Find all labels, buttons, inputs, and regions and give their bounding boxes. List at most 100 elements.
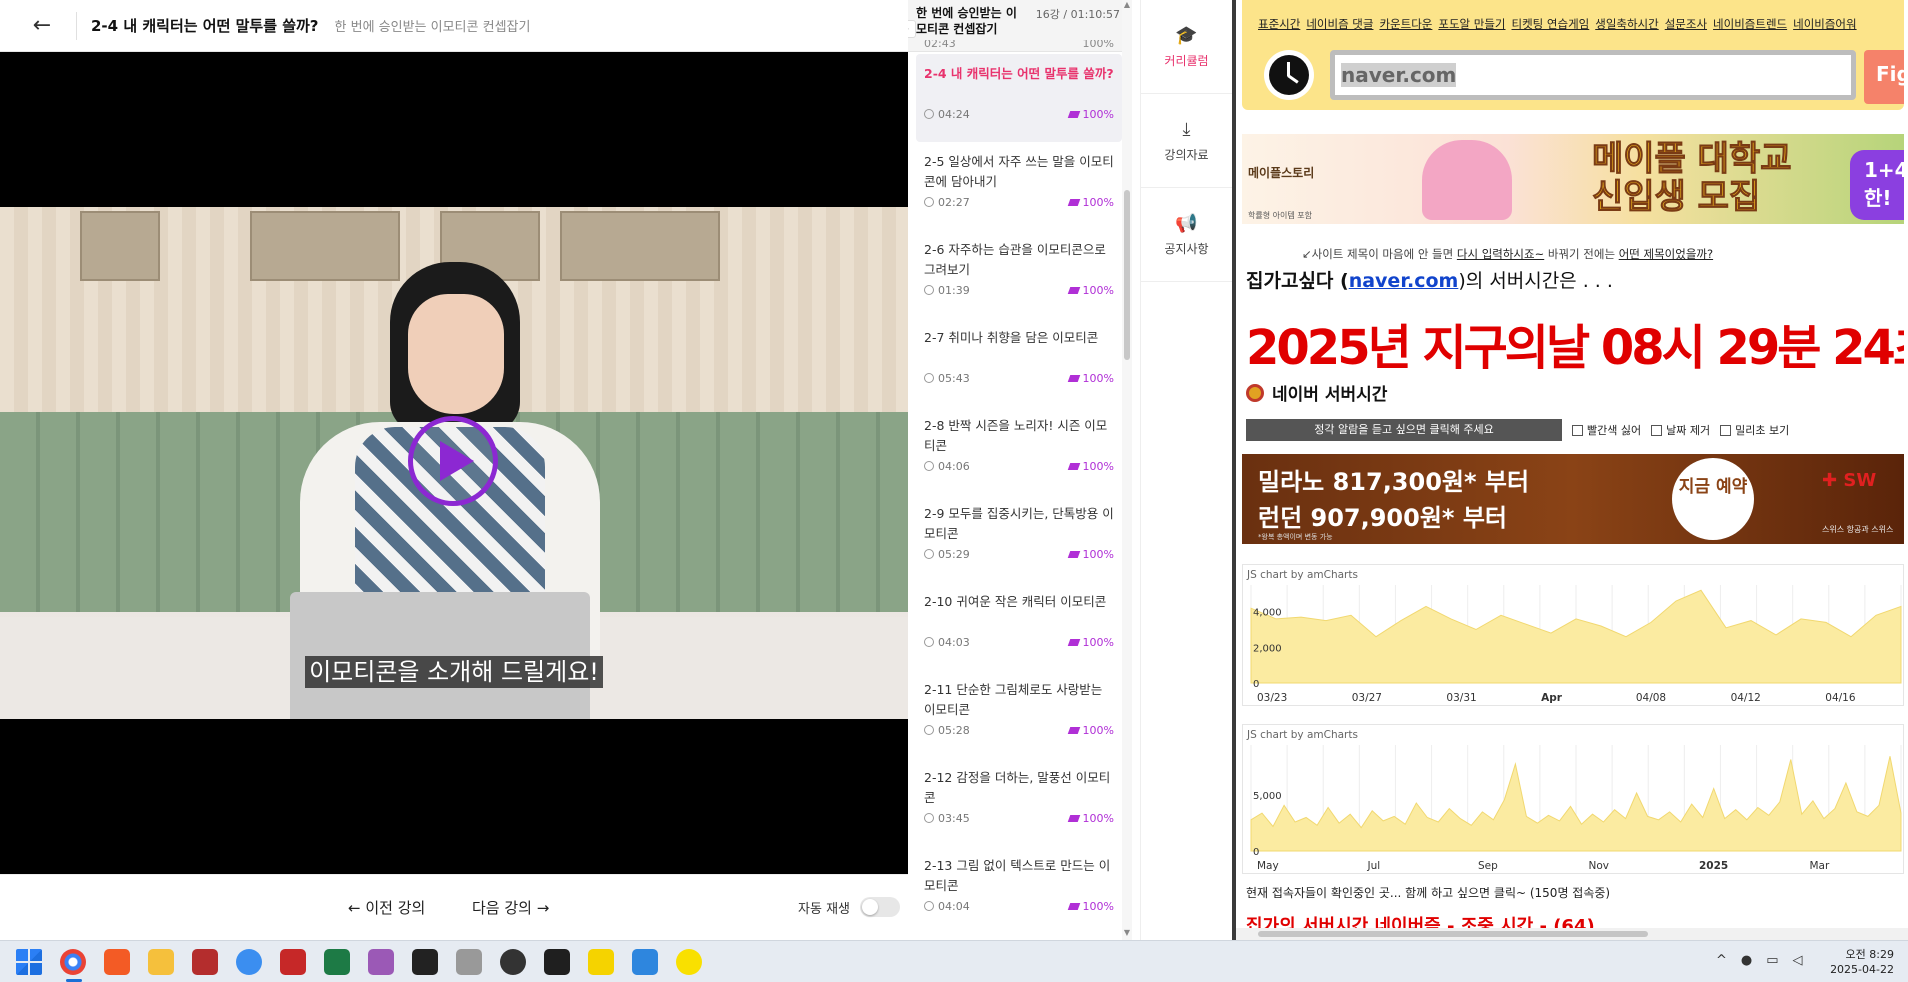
sticky-notes-icon[interactable] [588,949,614,975]
lesson-item[interactable]: 2-4 내 캐릭터는 어떤 말투를 쓸까? 04:24 100% [916,54,1122,142]
lesson-item[interactable]: 2-6 자주하는 습관을 이모티콘으로 그려보기 01:39 100% [916,230,1122,318]
lesson-title: 2-13 그림 없이 텍스트로 만드는 이모티콘 [924,858,1111,893]
scroll-up-icon[interactable]: ▲ [1122,0,1132,9]
side-tab[interactable]: ⤓ 강의자료 [1141,94,1232,188]
brave-icon[interactable] [104,949,130,975]
side-tab[interactable]: 📢 공지사항 [1141,188,1232,282]
chart-x-tick-label: Jul [1367,860,1381,872]
terminal-icon[interactable] [544,949,570,975]
url-input[interactable]: naver.com [1330,50,1856,100]
file-explorer-icon[interactable] [148,949,174,975]
site-nav-link[interactable]: 표준시간 [1258,17,1300,31]
curriculum-scrollbar[interactable]: ▲ ▼ [1122,0,1132,940]
ad-disclaimer: *왕복 총액이며 변동 가능 [1258,533,1333,541]
back-button[interactable]: ← [22,6,62,46]
presenter-face [408,294,504,414]
clock-icon [924,197,934,207]
lesson-progress-text: 100% [1082,636,1114,649]
lesson-title: 2-10 귀여운 작은 캐릭터 이모티콘 [924,594,1107,609]
notion-icon[interactable] [412,949,438,975]
maplestory-ad-banner[interactable]: 메이플스토리 학률형 아이템 포함 메이플 대학교 신입생 모집 1+4 한! [1242,134,1904,224]
next-lesson-button[interactable]: 다음 강의 → [472,897,549,918]
clock[interactable]: 오전 8:29 2025-04-22 [1830,947,1894,977]
visitors-chart-recent[interactable]: 0 2,000 4,000 03/23 03/27 03/31 Apr 04/08 04/12 0… [1242,564,1904,706]
ad-brand: ✚ SW [1822,470,1877,491]
show-ms-checkbox[interactable]: 밀리초 보기 [1720,422,1789,438]
retype-title-link[interactable]: 다시 입력하시죠~ [1457,247,1544,261]
site-nav-link[interactable]: 네이비즘 댓글 [1306,17,1373,31]
windows-start-icon[interactable] [16,949,42,975]
list-item-partial[interactable]: 02:43 100% [916,40,1122,54]
autoplay-toggle[interactable] [860,897,900,917]
medal-icon [1246,383,1264,402]
snipping-tool-icon[interactable] [368,949,394,975]
play-icon [440,441,474,481]
chevron-up-icon[interactable]: ^ [1716,953,1727,968]
previous-title-link[interactable]: 어떤 제목이었을까? [1619,247,1713,261]
go-button[interactable]: Fig [1864,50,1904,104]
site-nav-link[interactable]: 설문조사 [1665,17,1707,31]
side-tabs: 🎓 커리큘럼 ⤓ 강의자료 📢 공지사항 [1140,0,1232,940]
graduation-cap-icon [1067,463,1080,470]
side-tab[interactable]: 🎓 커리큘럼 [1141,0,1232,94]
server-link[interactable]: naver.com [1349,270,1459,292]
chart-x-tick-label: 04/16 [1825,692,1856,704]
lesson-progress-text: 100% [1082,284,1114,297]
kakaotalk-icon[interactable] [676,949,702,975]
lesson-item[interactable]: 2-7 취미나 취향을 담은 이모티콘 05:43 100% [916,318,1122,406]
acrobat-icon[interactable] [280,949,306,975]
site-nav-link[interactable]: 포도알 만들기 [1438,17,1505,31]
scroll-down-icon[interactable]: ▼ [1122,928,1132,937]
site-nav-link[interactable]: 티켓팅 연습게임 [1512,17,1590,31]
chevron-right-icon[interactable]: › [908,20,916,38]
volume-icon[interactable]: ◁ [1793,953,1803,968]
video-player[interactable]: 이모티콘을 소개해 드릴게요! [0,52,908,874]
scrollbar-thumb[interactable] [1124,190,1130,360]
app-icon-blue[interactable] [236,949,262,975]
horizontal-scrollbar[interactable] [1236,928,1908,940]
remove-date-checkbox[interactable]: 날짜 제거 [1651,422,1710,438]
active-users-line[interactable]: 현재 접속자들이 확인중인 곳... 함께 하고 싶으면 클릭~ (150명 접… [1246,884,1610,901]
play-button[interactable] [408,416,498,506]
app-icon-red[interactable] [192,949,218,975]
swiss-air-ad-banner[interactable]: 밀라노 817,300원* 부터 런던 907,900원* 부터 *왕복 총액이… [1242,454,1904,544]
lesson-item[interactable]: 2-10 귀여운 작은 캐릭터 이모티콘 04:03 100% [916,582,1122,670]
chart-x-tick-label: Nov [1589,860,1610,872]
app-icon-dark[interactable] [500,949,526,975]
lesson-item[interactable]: 2-5 일상에서 자주 쓰는 말을 이모티콘에 담아내기 02:27 100% [916,142,1122,230]
prev-lesson-button[interactable]: ← 이전 강의 [348,897,425,918]
graduation-cap-icon [1067,815,1080,822]
next-lesson-label: 다음 강의 [472,899,532,917]
lesson-item[interactable]: 2-12 감정을 더하는, 말풍선 이모티콘 03:45 100% [916,758,1122,846]
lesson-progress-text: 100% [1082,724,1114,737]
side-tab-label: 공지사항 [1164,241,1209,256]
visitors-chart-yearly[interactable]: 0 5,000 May Jul Sep Nov 2025 Mar JS chart by am… [1242,724,1904,874]
site-nav-link[interactable]: 네이비즘트렌드 [1713,17,1787,31]
chrome-icon[interactable] [60,949,86,975]
lesson-item[interactable]: 2-13 그림 없이 텍스트로 만드는 이모티콘 04:04 100% [916,846,1122,934]
lesson-duration: 01:39 [924,284,970,297]
remove-date-label: 날짜 제거 [1666,424,1711,437]
lesson-item[interactable]: 2-8 반짝 시즌을 노리자! 시즌 이모티콘 04:06 100% [916,406,1122,494]
site-nav-link[interactable]: 네이비즘어워 [1793,17,1856,31]
site-nav-link[interactable]: 카운트다운 [1379,17,1432,31]
lesson-item[interactable]: 2-9 모두를 집중시키는, 단톡방용 이모티콘 05:29 100% [916,494,1122,582]
no-red-checkbox[interactable]: 빨간색 싫어 [1572,422,1641,438]
network-icon[interactable]: ▭ [1766,953,1778,968]
ad-cta-button[interactable]: 지금 예약 [1672,458,1754,540]
notepad-icon[interactable] [632,949,658,975]
site-logo[interactable] [1264,50,1314,100]
app-tray-icon[interactable]: ● [1741,953,1752,968]
arrow-right-icon: → [531,899,550,917]
site-nav-link[interactable]: 생일축하시간 [1595,17,1658,31]
pdf-tool-icon[interactable] [456,949,482,975]
lesson-progress-text: 100% [1082,900,1114,913]
lesson-title: 2-7 취미나 취향을 담은 이모티콘 [924,330,1099,345]
video-caption: 이모티콘을 소개해 드릴게요! [0,652,908,688]
clock-icon [924,285,934,295]
lesson-title: 2-12 감정을 더하는, 말풍선 이모티콘 [924,770,1111,805]
excel-icon[interactable] [324,949,350,975]
alarm-button[interactable]: 정각 알람을 듣고 싶으면 클릭해 주세요 [1246,419,1562,441]
lesson-item[interactable]: 2-11 단순한 그림체로도 사랑받는 이모티콘 05:28 100% [916,670,1122,758]
scrollbar-thumb[interactable] [1258,931,1648,937]
